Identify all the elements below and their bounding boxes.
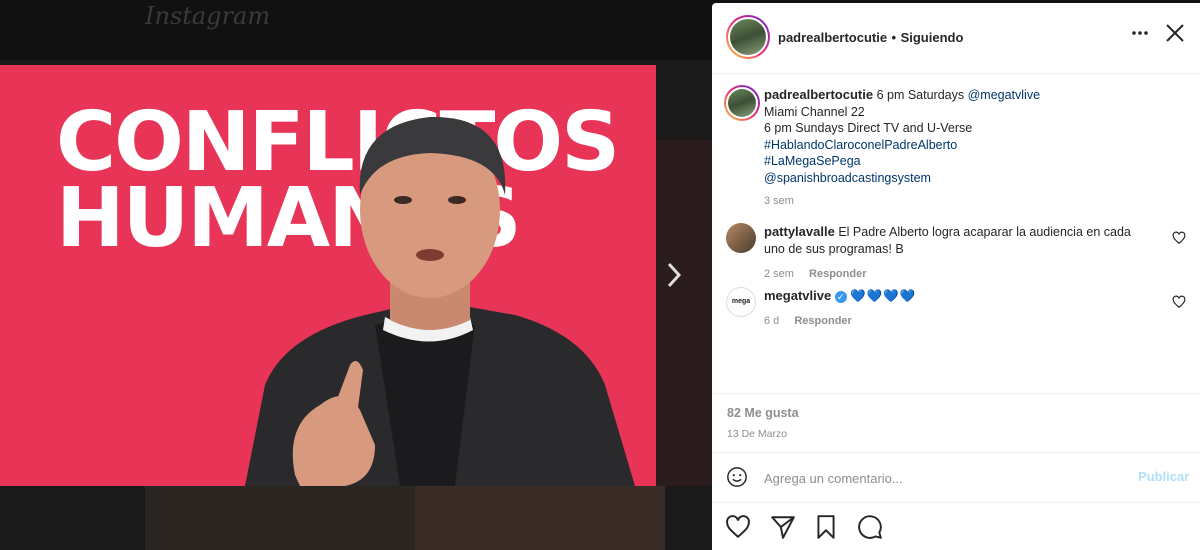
chevron-right-icon [667,262,682,288]
separator-dot: • [891,30,897,45]
instagram-logo[interactable]: Instagram [145,2,270,30]
like-comment-heart-icon[interactable] [1172,231,1186,245]
commenter-avatar[interactable] [726,223,756,253]
post-date[interactable]: 13 De Marzo [727,428,787,440]
like-comment-heart-icon[interactable] [1172,295,1186,309]
post-media[interactable]: CONFLICTOS HUMANOS [0,65,656,486]
comment-username[interactable]: megatvlive [764,288,831,303]
verified-badge-icon: ✓ [834,290,847,303]
comment-time[interactable]: 2 sem [764,268,794,280]
comment-bar: Publicar [712,452,1200,503]
mention-link[interactable]: @megatvlive [968,88,1040,102]
comment-text: 💙💙💙💙 [850,289,917,303]
mention-link[interactable]: @spanishbroadcastingsystem [764,170,1164,187]
follow-status-button[interactable]: Siguiendo [901,30,964,45]
reply-button[interactable]: Responder [809,268,866,280]
feed-tile [415,486,665,550]
comment-input[interactable] [762,467,1116,489]
post-caption: padrealbertocutie 6 pm Saturdays @megatv… [764,87,1164,210]
action-bar [712,508,1200,548]
comment-time[interactable]: 6 d [764,315,779,327]
author-avatar[interactable] [726,15,770,59]
post-detail-panel: padrealbertocutie • Siguiendo padrealber… [712,3,1200,550]
likes-count[interactable]: 82 Me gusta [727,406,799,420]
close-button[interactable] [1164,22,1186,48]
comment-icon[interactable] [857,514,883,540]
reply-button[interactable]: Responder [794,315,851,327]
feed-tile [656,140,712,486]
publish-button[interactable]: Publicar [1138,469,1189,484]
commenter-avatar[interactable]: mega [726,287,756,317]
emoji-icon[interactable] [726,466,748,488]
priest-image [245,116,635,486]
heart-icon[interactable] [725,514,751,540]
comment-username[interactable]: pattylavalle [764,224,835,239]
more-horizontal-icon [1132,31,1148,35]
close-icon [1166,24,1184,42]
more-options-button[interactable] [1130,23,1150,48]
author-username[interactable]: padrealbertocutie [778,30,887,45]
caption-time[interactable]: 3 sem [764,193,1164,210]
caption-username[interactable]: padrealbertocutie [764,87,873,102]
post-header: padrealbertocutie • Siguiendo [712,3,1200,74]
next-post-button[interactable] [664,260,688,290]
caption-avatar[interactable] [724,85,760,121]
hashtag-link[interactable]: #HablandoClaroconelPadreAlberto [764,137,1164,154]
share-icon[interactable] [770,514,796,540]
post-stats: 82 Me gusta 13 De Marzo [712,393,1200,453]
hashtag-link[interactable]: #LaMegaSePega [764,153,1164,170]
bookmark-icon[interactable] [813,514,839,540]
